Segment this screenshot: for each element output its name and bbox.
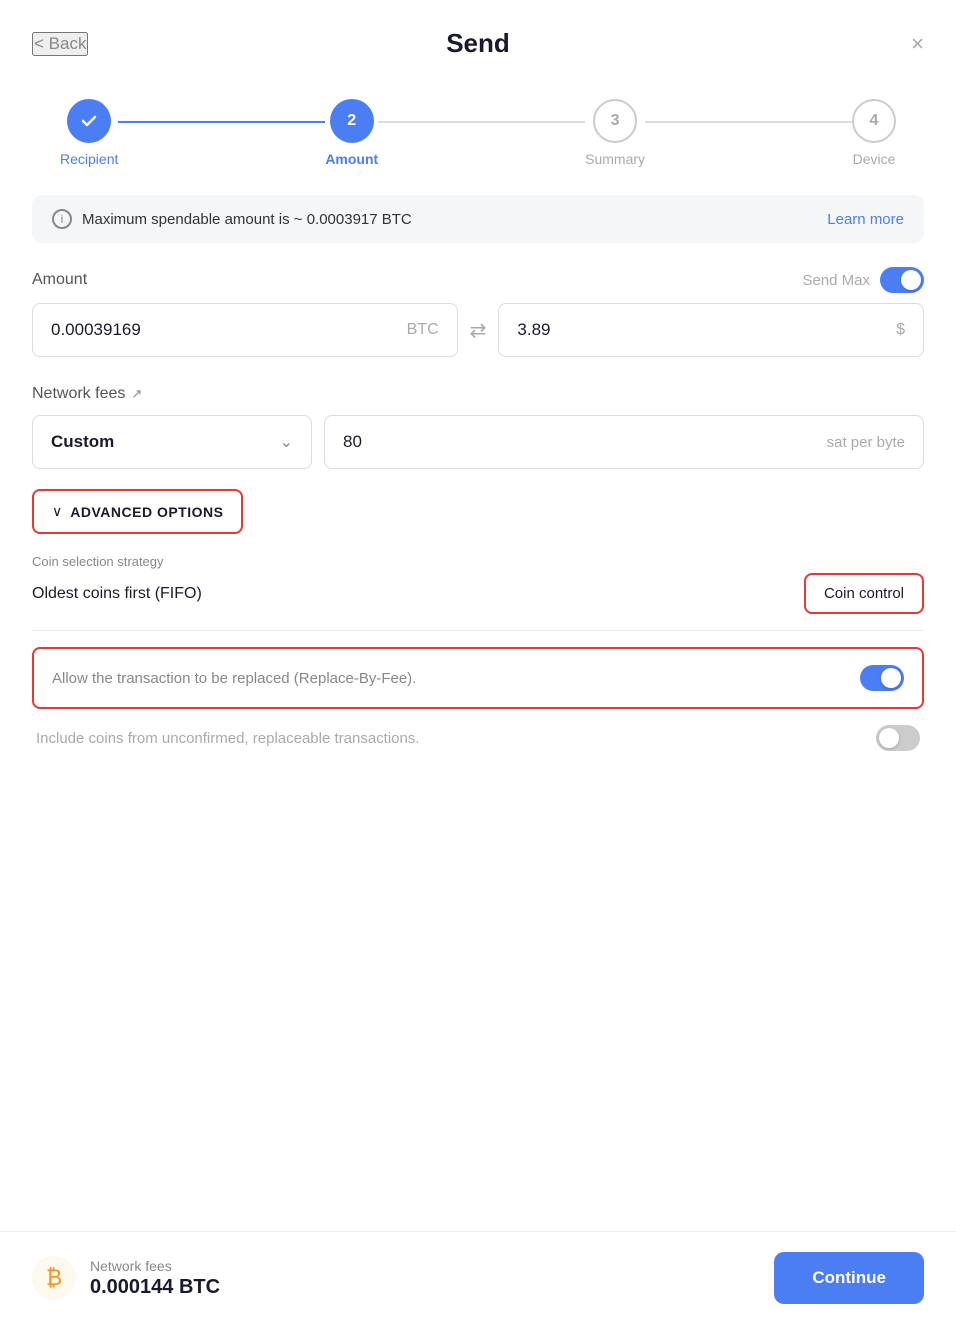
fees-row: Custom ⌄ 80 sat per byte <box>32 415 924 469</box>
coin-control-button[interactable]: Coin control <box>804 573 924 614</box>
fee-unit: sat per byte <box>827 434 905 451</box>
learn-more-link[interactable]: Learn more <box>827 211 904 228</box>
step-device: 4 Device <box>852 99 896 167</box>
amount-inputs: 0.00039169 BTC ⇄ 3.89 $ <box>32 303 924 357</box>
step-recipient: Recipient <box>60 99 118 167</box>
modal-header: < Back Send × <box>0 0 956 75</box>
step-label-recipient: Recipient <box>60 151 118 167</box>
fee-value: 80 <box>343 432 362 452</box>
step-circle-recipient <box>67 99 111 143</box>
rbf-label: Allow the transaction to be replaced (Re… <box>52 670 860 687</box>
swap-icon[interactable]: ⇄ <box>470 318 487 343</box>
unconfirmed-row: Include coins from unconfirmed, replacea… <box>32 725 924 751</box>
usd-unit: $ <box>896 321 905 339</box>
step-circle-device: 4 <box>852 99 896 143</box>
advanced-options-label: ADVANCED OPTIONS <box>70 504 223 520</box>
coin-selection-title: Coin selection strategy <box>32 554 924 569</box>
usd-value: 3.89 <box>517 320 550 340</box>
external-link-icon[interactable]: ↗ <box>131 386 142 402</box>
amount-label: Amount <box>32 271 87 289</box>
rbf-row: Allow the transaction to be replaced (Re… <box>32 647 924 709</box>
unconfirmed-toggle-knob <box>879 728 899 748</box>
amount-row: Amount Send Max <box>32 267 924 293</box>
send-max-row: Send Max <box>802 267 924 293</box>
step-circle-summary: 3 <box>593 99 637 143</box>
send-max-label: Send Max <box>802 272 870 289</box>
page-title: Send <box>446 28 510 59</box>
footer-fees-value: 0.000144 BTC <box>90 1276 220 1299</box>
step-line-2 <box>378 121 585 123</box>
send-max-toggle[interactable] <box>880 267 924 293</box>
back-button[interactable]: < Back <box>32 32 88 56</box>
unconfirmed-toggle[interactable] <box>876 725 920 751</box>
step-line-1 <box>118 121 325 123</box>
max-spendable-text: Maximum spendable amount is ~ 0.0003917 … <box>82 211 412 228</box>
coin-selection-value: Oldest coins first (FIFO) <box>32 585 202 603</box>
fee-dropdown-label: Custom <box>51 432 114 452</box>
step-amount: 2 Amount <box>325 99 378 167</box>
info-icon: i <box>52 209 72 229</box>
rbf-toggle-knob <box>881 668 901 688</box>
btc-icon: ₿ <box>32 1256 76 1300</box>
info-banner: i Maximum spendable amount is ~ 0.000391… <box>32 195 924 243</box>
unconfirmed-label: Include coins from unconfirmed, replacea… <box>36 730 420 747</box>
coin-selection-row: Oldest coins first (FIFO) Coin control <box>32 573 924 614</box>
footer-fees-label: Network fees <box>90 1258 220 1274</box>
send-modal: < Back Send × Recipient 2 Amount 3 <box>0 0 956 1324</box>
rbf-toggle[interactable] <box>860 665 904 691</box>
btc-value: 0.00039169 <box>51 320 141 340</box>
step-label-summary: Summary <box>585 151 645 167</box>
step-circle-amount: 2 <box>330 99 374 143</box>
coin-selection-section: Coin selection strategy Oldest coins fir… <box>32 554 924 614</box>
network-fees-label: Network fees ↗ <box>32 385 924 403</box>
advanced-options-button[interactable]: ∨ ADVANCED OPTIONS <box>32 489 243 534</box>
usd-input-box[interactable]: 3.89 $ <box>498 303 924 357</box>
step-label-device: Device <box>853 151 896 167</box>
toggle-knob <box>901 270 921 290</box>
footer-left: ₿ Network fees 0.000144 BTC <box>32 1256 220 1300</box>
divider-1 <box>32 630 924 631</box>
step-line-3 <box>645 121 852 123</box>
btc-input-box[interactable]: 0.00039169 BTC <box>32 303 458 357</box>
fee-dropdown-chevron: ⌄ <box>280 432 293 452</box>
step-summary: 3 Summary <box>585 99 645 167</box>
advanced-chevron-icon: ∨ <box>52 503 62 520</box>
btc-symbol: ₿ <box>46 1265 62 1291</box>
footer-fees-info: Network fees 0.000144 BTC <box>90 1258 220 1299</box>
btc-unit: BTC <box>407 321 439 339</box>
footer: ₿ Network fees 0.000144 BTC Continue <box>0 1231 956 1324</box>
main-content: i Maximum spendable amount is ~ 0.000391… <box>0 195 956 1231</box>
stepper: Recipient 2 Amount 3 Summary 4 Device <box>0 75 956 195</box>
step-label-amount: Amount <box>325 151 378 167</box>
info-banner-text: i Maximum spendable amount is ~ 0.000391… <box>52 209 412 229</box>
continue-button[interactable]: Continue <box>774 1252 924 1304</box>
fee-input-box[interactable]: 80 sat per byte <box>324 415 924 469</box>
close-button[interactable]: × <box>911 31 924 57</box>
fee-dropdown[interactable]: Custom ⌄ <box>32 415 312 469</box>
